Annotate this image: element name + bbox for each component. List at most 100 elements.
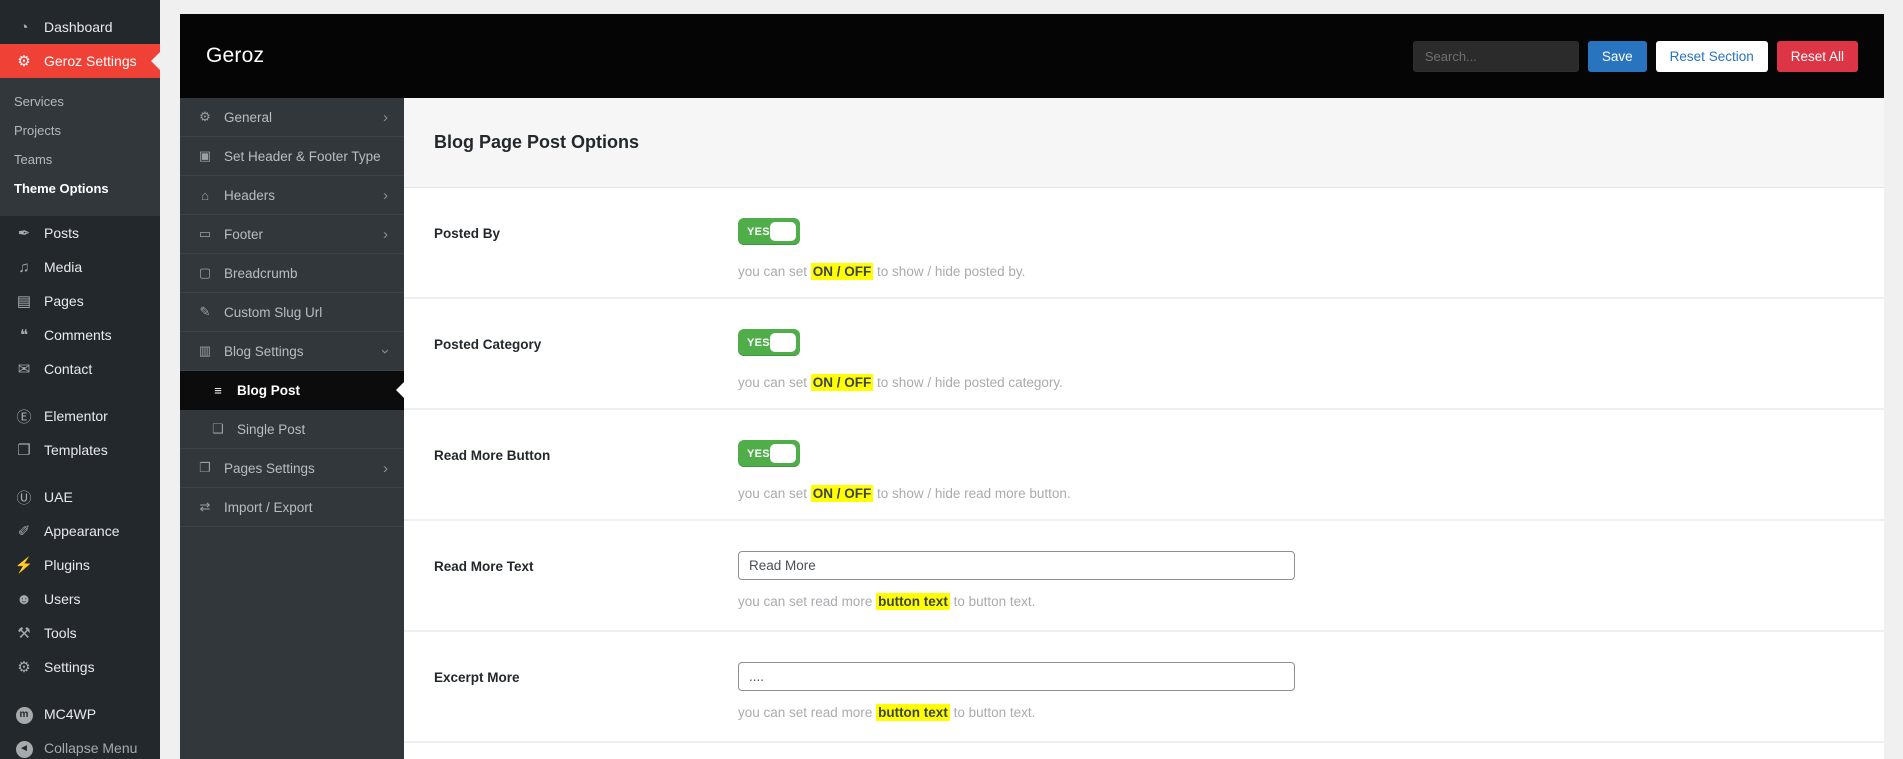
options-nav-item-label: Import / Export bbox=[224, 499, 313, 515]
option-row-posted-category: Posted Category YES you can set ON / OFF t… bbox=[404, 299, 1884, 410]
excerpt-more-input[interactable] bbox=[738, 662, 1295, 691]
sidebar-item-templates[interactable]: ❐ Templates bbox=[0, 433, 160, 467]
description-text: to show / hide read more button. bbox=[873, 486, 1071, 501]
options-nav-item-label: Blog Post bbox=[237, 382, 300, 398]
content-area: Blog Page Post Options Posted By YES you c… bbox=[404, 98, 1884, 759]
options-nav-item-label: Footer bbox=[224, 226, 264, 242]
option-control: YES you can set ON / OFF to show / hide p… bbox=[738, 329, 1854, 408]
chevron-right-icon: › bbox=[383, 225, 388, 243]
sidebar-item-label: Contact bbox=[44, 361, 93, 377]
sidebar-item-contact[interactable]: ✉ Contact bbox=[0, 352, 160, 386]
description-text: you can set bbox=[738, 375, 811, 390]
save-button[interactable]: Save bbox=[1587, 40, 1647, 72]
theme-options-panel: Geroz Save Reset Section Reset All ⚙ Gene… bbox=[180, 14, 1884, 759]
description-text: you can set read more bbox=[738, 705, 877, 720]
sidebar-item-collapse-menu[interactable]: ◄ Collapse Menu bbox=[0, 731, 160, 759]
sidebar-item-appearance[interactable]: ✐ Appearance bbox=[0, 514, 160, 548]
options-nav-item-single-post[interactable]: ❏ Single Post bbox=[180, 410, 404, 449]
description-text: you can set read more bbox=[738, 594, 877, 609]
options-nav-item-general[interactable]: ⚙ General › bbox=[180, 98, 404, 137]
options-nav-item-breadcrumb[interactable]: ▢ Breadcrumb bbox=[180, 254, 404, 293]
option-control: you can set read more button text to but… bbox=[738, 662, 1854, 741]
option-control: YES you can set ON / OFF to show / hide p… bbox=[738, 218, 1854, 297]
edit-icon: ✎ bbox=[199, 304, 211, 319]
options-nav-item-blog-settings[interactable]: ▥ Blog Settings › bbox=[180, 332, 404, 371]
options-nav-item-footer[interactable]: ▭ Footer › bbox=[180, 215, 404, 254]
reset-section-button[interactable]: Reset Section bbox=[1655, 40, 1768, 72]
options-nav-item-set-header-footer-type[interactable]: ▣ Set Header & Footer Type bbox=[180, 137, 404, 176]
option-description: you can set ON / OFF to show / hide read… bbox=[738, 485, 1854, 502]
options-nav-item-headers[interactable]: ⌂ Headers › bbox=[180, 176, 404, 215]
sidebar-item-label: Dashboard bbox=[44, 19, 113, 35]
sidebar-item-comments[interactable]: ❝ Comments bbox=[0, 318, 160, 352]
toggle-knob bbox=[770, 222, 796, 241]
submenu-item-teams[interactable]: Teams bbox=[0, 145, 160, 174]
footer-icon: ▭ bbox=[198, 226, 212, 241]
toggle-posted-category[interactable]: YES bbox=[738, 329, 800, 356]
sidebar-item-dashboard[interactable]: ◔ Dashboard bbox=[0, 10, 160, 44]
sidebar-item-media[interactable]: ♫ Media bbox=[0, 250, 160, 284]
toggle-knob bbox=[770, 444, 796, 463]
envelope-icon: ✉ bbox=[17, 361, 31, 378]
description-highlight: button text bbox=[876, 593, 950, 610]
home-icon: ⌂ bbox=[201, 187, 209, 203]
reset-all-button[interactable]: Reset All bbox=[1776, 40, 1858, 72]
sidebar-item-tools[interactable]: ⚒ Tools bbox=[0, 616, 160, 650]
chevron-right-icon: › bbox=[383, 459, 388, 477]
sidebar-item-users[interactable]: ☻ Users bbox=[0, 582, 160, 616]
description-text: to show / hide posted by. bbox=[873, 264, 1026, 279]
option-label: Read More Button bbox=[434, 448, 551, 463]
pin-icon: ✒ bbox=[17, 225, 31, 242]
book-icon: ▥ bbox=[198, 343, 212, 358]
options-nav-item-pages-settings[interactable]: ❐ Pages Settings › bbox=[180, 449, 404, 488]
submenu-item-services[interactable]: Services bbox=[0, 87, 160, 116]
sidebar-item-label: UAE bbox=[44, 489, 73, 505]
uae-icon: Ⓤ bbox=[16, 489, 32, 507]
sidebar-item-label: Templates bbox=[44, 442, 108, 458]
sidebar-item-label: Elementor bbox=[44, 408, 108, 424]
option-row-posted-by: Posted By YES you can set ON / OFF to show… bbox=[404, 188, 1884, 299]
options-nav-item-label: Breadcrumb bbox=[224, 265, 298, 281]
options-nav-item-label: Custom Slug Url bbox=[224, 304, 323, 320]
sidebar-item-label: Comments bbox=[44, 327, 112, 343]
option-control: you can set read more button text to but… bbox=[738, 551, 1854, 630]
option-description: you can set read more button text to but… bbox=[738, 593, 1854, 610]
submenu-item-theme-options[interactable]: Theme Options bbox=[0, 174, 160, 203]
description-text: you can set bbox=[738, 486, 811, 501]
sidebar-item-label: Pages bbox=[44, 293, 84, 309]
sidebar-item-label: Settings bbox=[44, 659, 95, 675]
sidebar-item-posts[interactable]: ✒ Posts bbox=[0, 216, 160, 250]
sidebar-item-mc4wp[interactable]: m MC4WP bbox=[0, 697, 160, 731]
submenu-item-projects[interactable]: Projects bbox=[0, 116, 160, 145]
sidebar-item-plugins[interactable]: ⚡ Plugins bbox=[0, 548, 160, 582]
elementor-icon: Ⓔ bbox=[16, 408, 32, 426]
page-title: Blog Page Post Options bbox=[434, 132, 640, 152]
panel-topbar: Geroz Save Reset Section Reset All bbox=[180, 14, 1884, 98]
gear-icon: ⚙ bbox=[199, 109, 211, 124]
sidebar-item-label: Geroz Settings bbox=[44, 53, 137, 69]
content-header: Blog Page Post Options bbox=[404, 98, 1884, 188]
read-more-text-input[interactable] bbox=[738, 551, 1295, 580]
description-text: to show / hide posted category. bbox=[873, 375, 1063, 390]
dashboard-icon: ◔ bbox=[19, 18, 29, 36]
description-text: to button text. bbox=[949, 705, 1036, 720]
sidebar-item-settings[interactable]: ⚙ Settings bbox=[0, 650, 160, 684]
sidebar-item-elementor[interactable]: Ⓔ Elementor bbox=[0, 399, 160, 433]
toggle-read-more-button[interactable]: YES bbox=[738, 440, 800, 467]
option-label: Posted By bbox=[434, 226, 501, 241]
sidebar-item-uae[interactable]: Ⓤ UAE bbox=[0, 480, 160, 514]
options-nav-item-custom-slug-url[interactable]: ✎ Custom Slug Url bbox=[180, 293, 404, 332]
options-nav-item-label: Pages Settings bbox=[224, 460, 315, 476]
option-control: YES you can set ON / OFF to show / hide r… bbox=[738, 440, 1854, 519]
sidebar-item-label: MC4WP bbox=[44, 706, 97, 722]
options-nav-item-blog-post[interactable]: ≡ Blog Post bbox=[180, 371, 404, 410]
options-nav-item-import-export[interactable]: ⇄ Import / Export bbox=[180, 488, 404, 527]
toggle-posted-by[interactable]: YES bbox=[738, 218, 800, 245]
options-nav-item-label: Headers bbox=[224, 187, 276, 203]
sidebar-item-pages[interactable]: ▤ Pages bbox=[0, 284, 160, 318]
search-input[interactable] bbox=[1412, 40, 1579, 72]
import-export-icon: ⇄ bbox=[199, 499, 211, 514]
chevron-right-icon: › bbox=[383, 186, 388, 204]
sidebar-item-geroz-settings[interactable]: ⚙ Geroz Settings bbox=[0, 44, 160, 78]
